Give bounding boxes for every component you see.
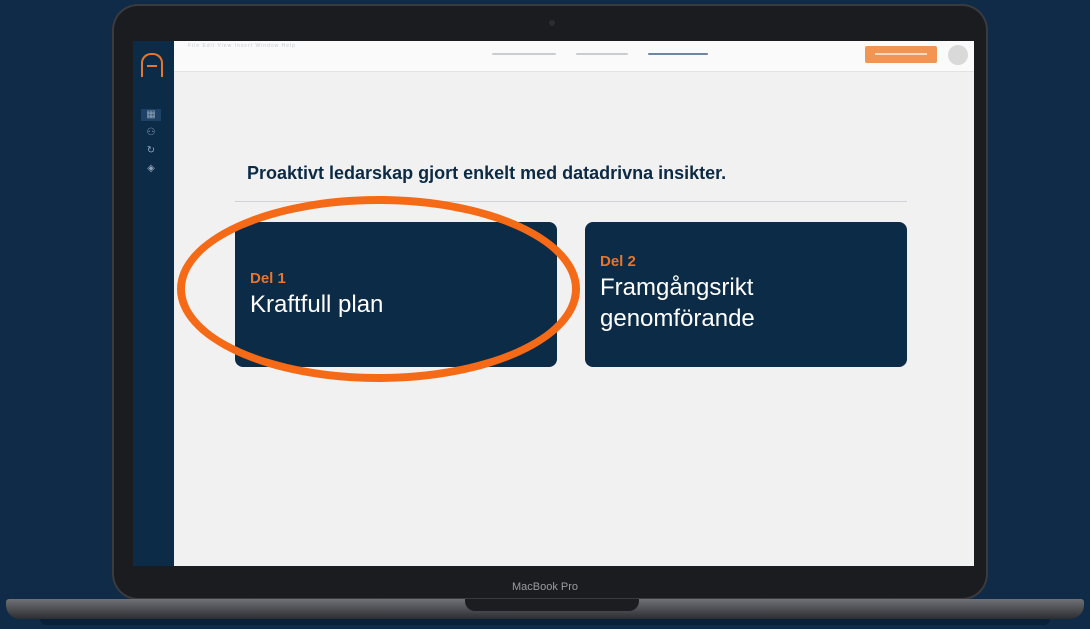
progress-step-1[interactable] (492, 53, 556, 55)
progress-step-3[interactable] (648, 53, 708, 55)
card-eyebrow: Del 1 (250, 270, 286, 287)
laptop-notch (465, 599, 639, 611)
menu-bar[interactable]: File Edit View Insert Window Help (188, 43, 296, 49)
card-eyebrow: Del 2 (600, 253, 636, 270)
grid-icon[interactable]: ▦ (141, 109, 161, 121)
card-part-1[interactable]: Del 1 Kraftfull plan (235, 222, 557, 367)
page-title: Proaktivt ledarskap gjort enkelt med dat… (247, 163, 727, 183)
avatar[interactable] (948, 45, 968, 65)
layers-icon[interactable]: ◈ (145, 163, 157, 175)
users-icon[interactable]: ⚇ (145, 127, 157, 139)
app-logo-icon (141, 53, 163, 77)
card-part-2[interactable]: Del 2 Framgångsrikt genomförande (585, 222, 907, 367)
primary-action-button[interactable] (865, 46, 937, 63)
refresh-icon[interactable]: ↻ (145, 145, 157, 157)
device-label: MacBook Pro (511, 581, 579, 593)
camera-icon (549, 20, 555, 26)
app-sidebar: ▦ ⚇ ↻ ◈ (133, 41, 174, 566)
laptop-shadow (40, 619, 1050, 625)
divider (235, 201, 907, 202)
card-title: Framgångsrikt genomförande (600, 274, 755, 332)
progress-step-2[interactable] (576, 53, 628, 55)
laptop-screen: ▦ ⚇ ↻ ◈ Proaktivt ledarskap gjort enkelt… (133, 41, 974, 566)
card-title: Kraftfull plan (250, 291, 384, 318)
